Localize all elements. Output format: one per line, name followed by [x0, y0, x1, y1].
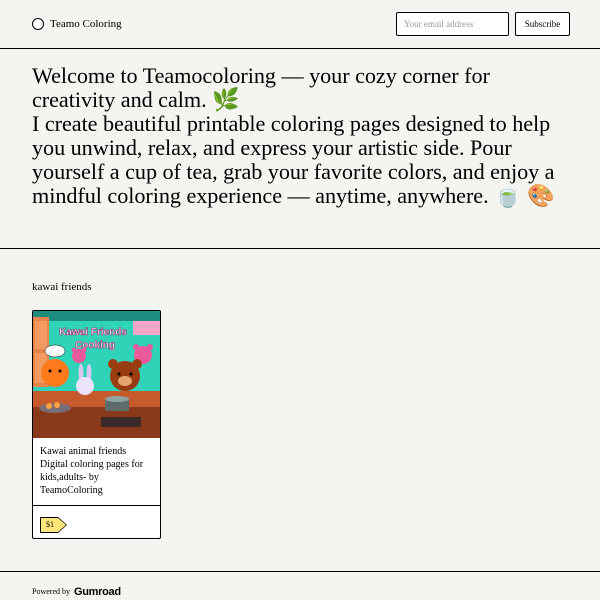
product-thumbnail-image: Kawai Friends Cooking: [33, 311, 160, 438]
hero-bio: Welcome to Teamocoloring — your cozy cor…: [0, 49, 600, 249]
site-header: Teamo Coloring Subscribe: [0, 0, 600, 49]
site-footer: Powered by Gumroad: [0, 571, 600, 600]
hero-line-2: I create beautiful printable coloring pa…: [32, 111, 555, 208]
price-area: $1: [33, 506, 160, 538]
product-card[interactable]: Kawai Friends Cooking Kawai animal frien…: [32, 310, 161, 539]
brand-logo[interactable]: Teamo Coloring: [32, 18, 122, 30]
section-title: kawai friends: [32, 281, 92, 293]
product-thumbnail[interactable]: Kawai Friends Cooking: [33, 311, 160, 438]
subscribe-button[interactable]: Subscribe: [515, 12, 570, 36]
brand-name: Teamo Coloring: [50, 18, 122, 30]
product-name[interactable]: Kawai animal friends Digital coloring pa…: [33, 438, 160, 506]
email-field[interactable]: [396, 12, 509, 36]
gumroad-logo[interactable]: Gumroad: [74, 586, 121, 598]
subscribe-form: Subscribe: [396, 12, 570, 36]
hero-line-1: Welcome to Teamocoloring — your cozy cor…: [32, 63, 490, 112]
powered-by-text: Powered by: [32, 587, 70, 596]
thumbnail-title-1: Kawai Friends: [59, 327, 127, 338]
avatar-circle-icon: [32, 18, 44, 30]
price-badge: $1: [40, 517, 67, 533]
